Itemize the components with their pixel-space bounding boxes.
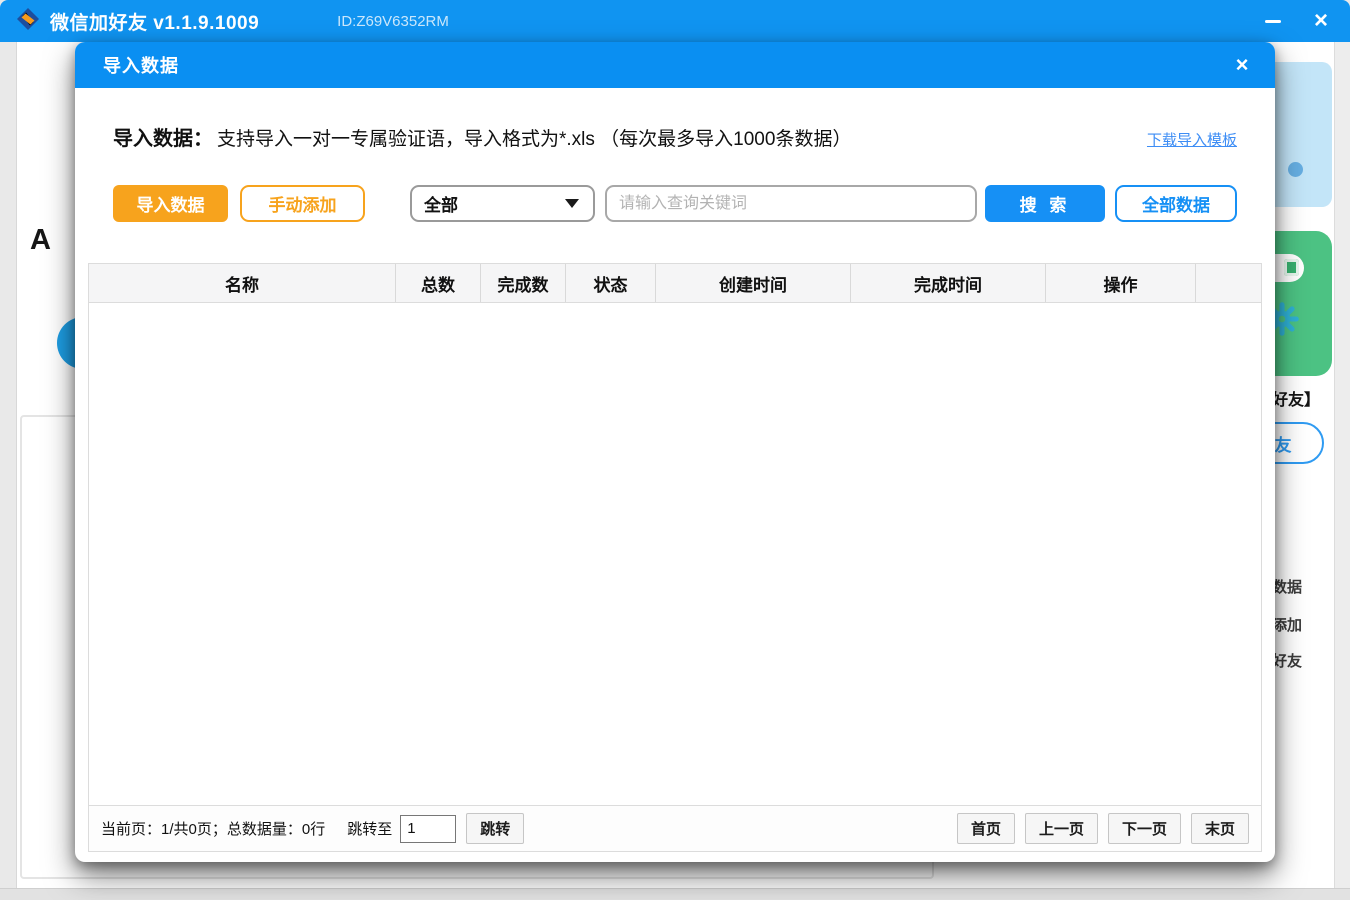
description-label: 导入数据： [113,122,213,151]
download-template-link[interactable]: 下载导入模板 [1147,129,1237,150]
column-header-empty [1196,264,1261,302]
window-edge-left [0,42,17,900]
minimize-button[interactable] [1258,6,1288,36]
column-header-created: 创建时间 [656,264,851,302]
description-text: 支持导入一对一专属验证语，导入格式为*.xls （每次最多导入1000条数据） [217,124,851,151]
close-button[interactable]: × [1306,6,1336,36]
column-header-total: 总数 [396,264,481,302]
background-fragment-friend: 好友 [1272,650,1302,671]
last-page-button[interactable]: 末页 [1191,813,1249,844]
search-input[interactable] [605,185,977,222]
next-page-button[interactable]: 下一页 [1108,813,1181,844]
window-edge-bottom [0,888,1350,900]
window-id: ID:Z69V6352RM [337,13,449,30]
background-label-haoyou: 好友】 [1272,386,1320,410]
data-table: 名称 总数 完成数 状态 创建时间 完成时间 操作 当前页：1/共0页；总数据量… [88,263,1262,852]
import-data-button[interactable]: 导入数据 [113,185,228,222]
app-window: A 好友】 友 数据 添加 好友 微信加好友 v1. [0,0,1350,900]
column-header-completed: 完成数 [481,264,566,302]
filter-dropdown[interactable]: 全部 [410,185,595,222]
jump-to-label: 跳转至 [347,818,392,839]
column-header-finished: 完成时间 [851,264,1046,302]
modal-title: 导入数据 [103,52,179,78]
pagination-bar: 当前页：1/共0页；总数据量：0行 跳转至 跳转 首页 上一页 下一页 末页 [89,805,1261,851]
background-fragment-data: 数据 [1272,576,1302,597]
app-logo-icon [16,7,40,36]
column-header-status: 状态 [566,264,656,302]
modal-close-button[interactable]: × [1227,50,1257,80]
table-header-row: 名称 总数 完成数 状态 创建时间 完成时间 操作 [89,264,1261,303]
jump-page-input[interactable] [400,815,456,843]
modal-header: 导入数据 × [75,42,1275,88]
manual-add-button[interactable]: 手动添加 [240,185,365,222]
background-letter: A [30,224,51,257]
pagination-buttons: 首页 上一页 下一页 末页 [957,813,1249,844]
column-header-actions: 操作 [1046,264,1196,302]
jump-button[interactable]: 跳转 [466,813,524,844]
column-header-name: 名称 [89,264,396,302]
close-icon: × [1236,52,1249,78]
filter-dropdown-value: 全部 [424,191,458,216]
search-button[interactable]: 搜 索 [985,185,1105,222]
window-edge-right [1334,42,1350,900]
background-green-glyph-icon [1284,259,1299,276]
chevron-down-icon [565,199,579,208]
titlebar: 微信加好友 v1.1.9.1009 ID:Z69V6352RM × [0,0,1350,42]
prev-page-button[interactable]: 上一页 [1025,813,1098,844]
all-data-button[interactable]: 全部数据 [1115,185,1237,222]
minimize-icon [1265,20,1281,23]
window-title: 微信加好友 v1.1.9.1009 [50,8,259,35]
description-row: 导入数据： 支持导入一对一专属验证语，导入格式为*.xls （每次最多导入100… [113,122,1237,151]
first-page-button[interactable]: 首页 [957,813,1015,844]
table-body-empty [89,303,1261,805]
close-icon: × [1314,9,1328,33]
background-fragment-add: 添加 [1272,614,1302,635]
import-data-modal: 导入数据 × 导入数据： 支持导入一对一专属验证语，导入格式为*.xls （每次… [75,42,1275,862]
pagination-summary: 当前页：1/共0页；总数据量：0行 [101,818,325,839]
background-blue-dot [1288,162,1303,177]
